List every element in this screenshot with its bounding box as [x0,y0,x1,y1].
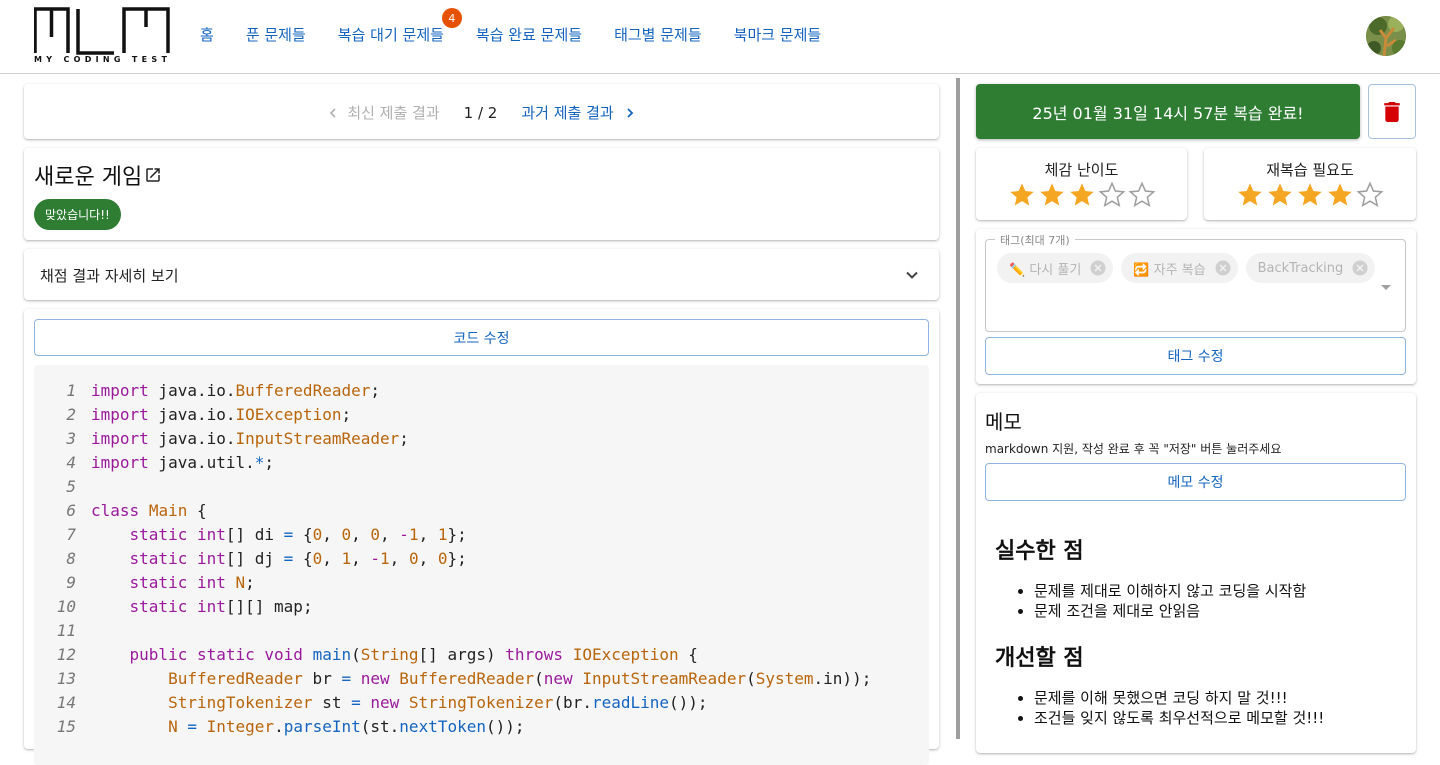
top-app-bar: MY CODING TEST 홈 푼 문제들 복습 대기 문제들 4 복습 완료… [0,0,1440,74]
memo-title: 메모 [985,410,1022,434]
nav-home[interactable]: 홈 [200,24,214,45]
memo-heading-improvements: 개선할 점 [995,646,1084,671]
edit-code-button[interactable]: 코드 수정 [34,319,929,356]
edit-memo-button[interactable]: 메모 수정 [985,463,1406,501]
code-line: 1 import java.io.BufferedReader; [66,381,380,400]
close-circle-icon[interactable] [1089,259,1107,277]
tag-chip[interactable]: BackTracking [1245,253,1376,283]
next-submission-button[interactable]: 과거 제출 결과 [521,102,637,123]
tag-chip-label: 🔁 자주 복습 [1133,262,1206,278]
star-filled-icon[interactable] [1325,181,1355,209]
review-need-rating-card: 재복습 필요도 [1204,148,1416,220]
code-line: 14 StringTokenizer st = new StringTokeni… [56,693,708,712]
problem-title-link[interactable]: 새로운 게임 [34,159,162,191]
difficulty-stars[interactable] [976,181,1187,209]
star-filled-icon[interactable] [1235,181,1265,209]
tag-legend: 태그(최대 7개) [995,232,1075,248]
code-line: 9 static int N; [66,573,255,592]
code-line: 4 import java.util.*; [66,453,275,472]
code-line: 13 BufferedReader br = new BufferedReade… [56,669,872,688]
star-filled-icon[interactable] [1037,181,1067,209]
main-nav: 홈 푼 문제들 복습 대기 문제들 4 복습 완료 문제들 태그별 문제들 북마… [200,8,853,45]
tag-chip-label: BackTracking [1257,260,1344,276]
star-filled-icon[interactable] [1265,181,1295,209]
star-empty-icon[interactable] [1355,181,1385,209]
tag-card: 태그(최대 7개) ✏️ 다시 풀기 🔁 자주 복습 BackTracking … [976,229,1416,384]
star-filled-icon[interactable] [1067,181,1097,209]
review-count-badge: 4 [441,8,462,28]
problem-title: 새로운 게임 [34,165,143,190]
code-line: 11 [56,621,76,640]
code-line: 3 import java.io.InputStreamReader; [66,429,409,448]
logo-text: MY CODING TEST [34,55,172,64]
submission-count: 1 / 2 [463,103,498,122]
user-avatar-icon[interactable] [1366,16,1406,56]
review-need-stars[interactable] [1204,181,1416,209]
next-submission-label: 과거 제출 결과 [521,104,614,122]
accordion-label: 채점 결과 자세히 보기 [40,267,179,285]
column-resize-handle[interactable] [956,78,960,739]
star-filled-icon[interactable] [1007,181,1037,209]
close-circle-icon[interactable] [1214,259,1232,277]
nav-bookmarks[interactable]: 북마크 문제들 [734,24,822,45]
code-line: 2 import java.io.IOException; [66,405,352,424]
nav-review-done[interactable]: 복습 완료 문제들 [476,24,582,45]
list-item: 조건들 잊지 않도록 최우선적으로 메모할 것!!! [1034,708,1324,728]
star-empty-icon[interactable] [1127,181,1157,209]
review-need-label: 재복습 필요도 [1266,161,1354,179]
memo-card: 메모 markdown 지원, 작성 완료 후 꼭 "저장" 버튼 눌러주세요 … [976,393,1416,753]
open-in-new-icon [146,168,160,182]
memo-hint: markdown 지원, 작성 완료 후 꼭 "저장" 버튼 눌러주세요 [985,442,1282,456]
delete-button[interactable] [1368,84,1416,139]
list-item: 문제를 제대로 이해하지 않고 코딩을 시작함 [1034,581,1306,601]
tag-chip[interactable]: 🔁 자주 복습 [1121,253,1238,283]
nav-review-waiting-label: 복습 대기 문제들 [337,26,444,44]
code-line: 7 static int[] di = {0, 0, 0, -1, 1}; [66,525,467,544]
chevron-left-icon [330,107,336,118]
code-line: 12 public static void main(String[] args… [56,645,698,664]
prev-submission-button[interactable]: 최신 제출 결과 [325,102,440,123]
dropdown-arrow-icon[interactable] [1381,285,1391,290]
list-item: 문제 조건을 제대로 안읽음 [1034,601,1306,621]
edit-tags-button[interactable]: 태그 수정 [985,337,1406,375]
code-line: 5 [66,477,76,496]
memo-heading-mistakes: 실수한 점 [995,539,1084,564]
tag-chip-label: ✏️ 다시 풀기 [1009,262,1082,278]
nav-tags[interactable]: 태그별 문제들 [614,24,702,45]
memo-list-improvements: 문제를 이해 못했으면 코딩 하지 말 것!!! 조건들 잊지 않도록 최우선적… [1034,688,1324,728]
code-viewer: 1 import java.io.BufferedReader; 2 import … [34,365,929,765]
star-filled-icon[interactable] [1295,181,1325,209]
tag-select[interactable]: 태그(최대 7개) ✏️ 다시 풀기 🔁 자주 복습 BackTracking [985,232,1406,332]
close-circle-icon[interactable] [1351,259,1369,277]
code-line: 8 static int[] dj = {0, 1, -1, 0, 0}; [66,549,467,568]
avatar-image [1366,16,1406,56]
chevron-right-icon [627,107,633,118]
list-item: 문제를 이해 못했으면 코딩 하지 말 것!!! [1034,688,1324,708]
nav-review-waiting[interactable]: 복습 대기 문제들 4 [337,8,462,45]
problem-title-card: 새로운 게임 맞았습니다!! [24,148,939,240]
nav-solved[interactable]: 푼 문제들 [246,24,306,45]
tag-list: ✏️ 다시 풀기 🔁 자주 복습 BackTracking [997,253,1376,283]
code-line: 10 static int[][] map; [56,597,313,616]
code-card: 코드 수정 1 import java.io.BufferedReader; 2i… [24,309,939,765]
tag-chip[interactable]: ✏️ 다시 풀기 [997,253,1114,283]
difficulty-rating-card: 체감 난이도 [976,148,1187,220]
code-line: 6 class Main { [66,501,207,520]
code-line: 15 N = Integer.parseInt(st.nextToken()); [56,717,525,736]
star-empty-icon[interactable] [1097,181,1127,209]
result-chip: 맞았습니다!! [34,199,121,230]
prev-submission-label: 최신 제출 결과 [347,104,440,122]
chevron-down-icon [906,271,918,279]
memo-list-mistakes: 문제를 제대로 이해하지 않고 코딩을 시작함 문제 조건을 제대로 안읽음 [1034,581,1306,621]
review-done-button[interactable]: 25년 01월 31일 14시 57분 복습 완료! [976,84,1360,139]
difficulty-label: 체감 난이도 [1044,161,1119,179]
grading-detail-accordion[interactable]: 채점 결과 자세히 보기 [24,249,939,300]
trash-icon [1384,101,1400,122]
submission-pager: 최신 제출 결과 1 / 2 과거 제출 결과 [24,84,939,139]
